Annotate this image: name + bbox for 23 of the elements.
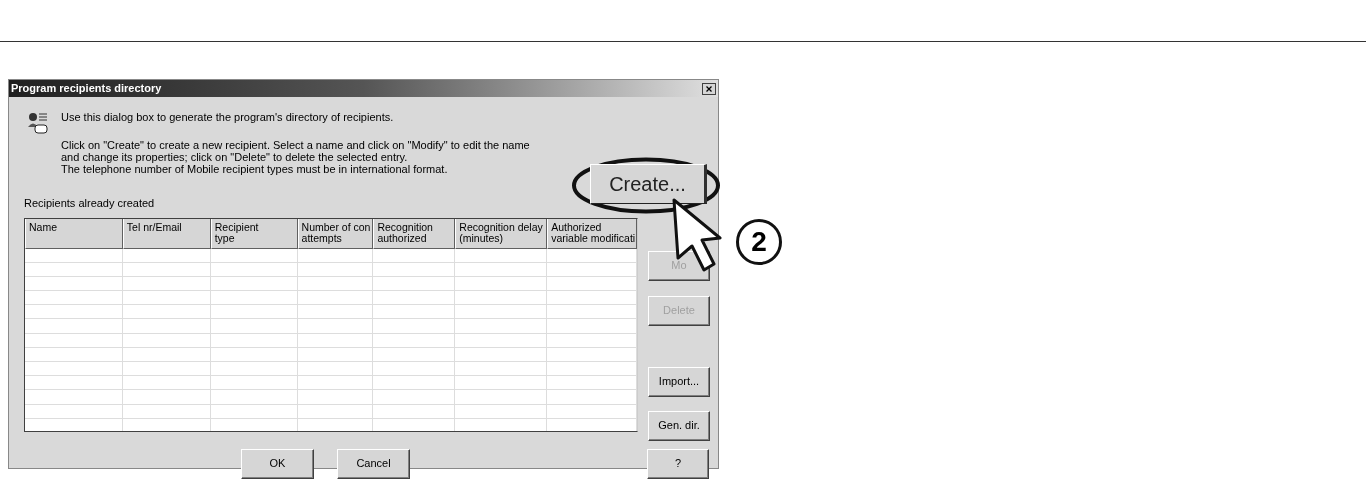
side-button[interactable]: Gen. dir. <box>648 410 710 441</box>
cursor-icon <box>672 198 724 274</box>
instruction-text: and change its properties; click on "Delete" to delete the selected entry. <box>61 151 409 163</box>
intro-text: Use this dialog box to generate the program's directory of recipients. <box>61 111 395 123</box>
side-button[interactable]: Import... <box>648 366 710 397</box>
window-title: Program recipients directory <box>11 81 162 97</box>
column-header[interactable]: Number of con attempts <box>297 218 374 249</box>
step-badge: 2 <box>736 219 782 265</box>
dialog-button[interactable]: Cancel <box>337 448 410 479</box>
create-button[interactable]: Create... <box>590 164 707 204</box>
dialog-button[interactable]: OK <box>241 448 314 479</box>
instruction-text: The telephone number of Mobile recipient types must be in international format. <box>61 163 449 175</box>
table-label: Recipients already created <box>23 196 156 211</box>
column-header[interactable]: Authorized variable modificati <box>547 218 637 249</box>
column-header[interactable]: Recipient type <box>210 218 298 249</box>
column-header[interactable]: Recognition delay (minutes) <box>455 218 548 249</box>
column-header[interactable]: Recognition authorized <box>373 218 456 249</box>
column-header[interactable]: Name <box>25 218 123 249</box>
column-header[interactable]: Tel nr/Email <box>122 218 211 249</box>
instruction-text: Click on "Create" to create a new recipient. Select a name and click on "Modify" to edit the name <box>61 139 530 151</box>
close-icon[interactable] <box>702 82 716 95</box>
help-button[interactable]: ? <box>647 448 709 479</box>
contact-phone-icon <box>27 111 49 135</box>
